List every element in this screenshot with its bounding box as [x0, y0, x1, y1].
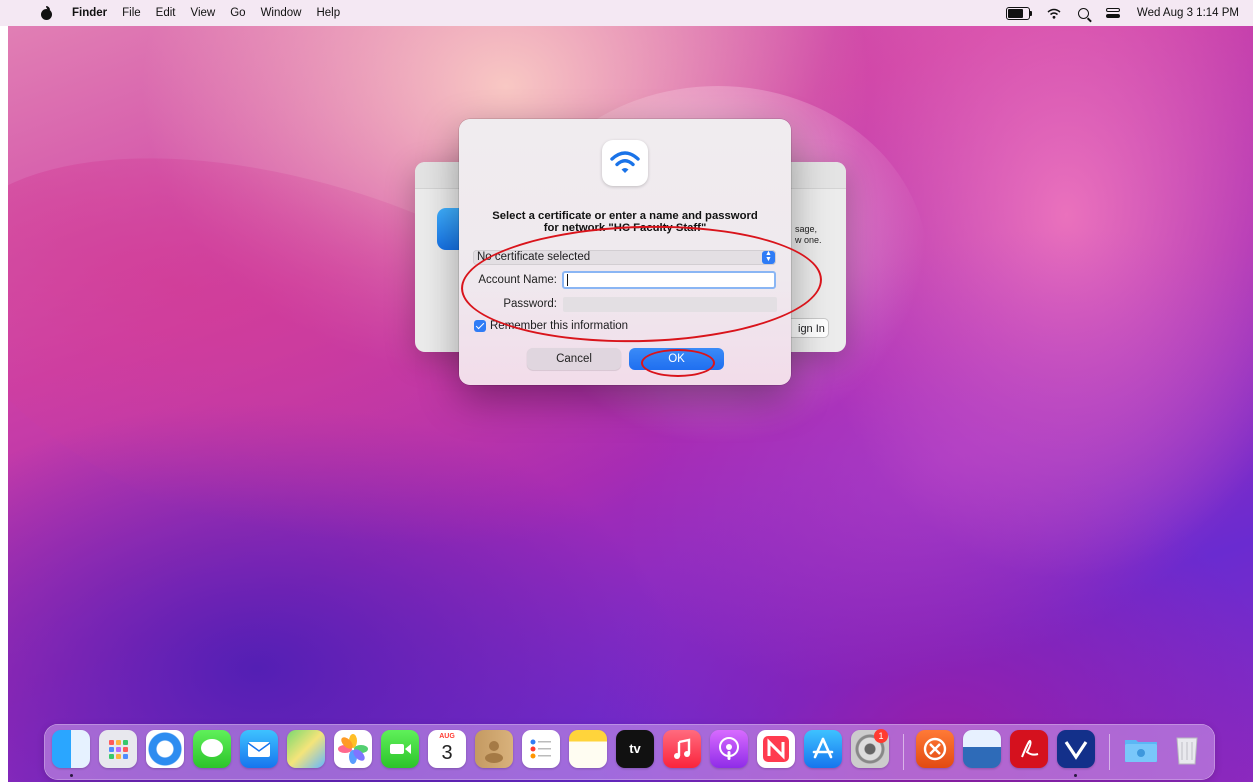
dialog-prompt: Select a certificate or enter a name and… [459, 210, 791, 234]
password-label: Password: [503, 298, 557, 310]
reminders-icon[interactable] [522, 730, 560, 768]
wifi-icon[interactable] [1047, 8, 1061, 19]
remember-row[interactable]: Remember this information [474, 320, 628, 332]
music-icon[interactable] [663, 730, 701, 768]
apple-menu-icon[interactable] [40, 6, 54, 20]
certificate-select[interactable]: No certificate selected ▲ ▼ [473, 250, 776, 265]
remember-label: Remember this information [490, 320, 629, 332]
vpn-icon[interactable] [1057, 730, 1095, 768]
contacts-icon[interactable] [475, 730, 513, 768]
sign-in-button[interactable]: ign In [787, 318, 829, 338]
menu-view[interactable]: View [191, 7, 216, 19]
apple-tv-icon[interactable]: tv [616, 730, 654, 768]
account-name-input[interactable] [562, 271, 776, 289]
remember-checkbox[interactable] [474, 320, 486, 332]
podcasts-icon[interactable] [710, 730, 748, 768]
news-icon[interactable] [757, 730, 795, 768]
messages-icon[interactable] [193, 730, 231, 768]
certificate-select-value: No certificate selected [477, 251, 591, 263]
dock-separator [1109, 734, 1110, 770]
finder-running-indicator [70, 774, 73, 777]
acrobat-icon[interactable] [1010, 730, 1048, 768]
downloads-folder-icon[interactable] [1122, 730, 1160, 768]
notes-icon[interactable] [569, 730, 607, 768]
cancel-button[interactable]: Cancel [527, 348, 621, 370]
vpn-running-indicator [1074, 774, 1077, 777]
prompt-line-1: Select a certificate or enter a name and… [492, 210, 758, 222]
app-store-icon[interactable] [804, 730, 842, 768]
control-center-icon[interactable] [1105, 7, 1120, 19]
menu-file[interactable]: File [122, 7, 141, 19]
menu-edit[interactable]: Edit [156, 7, 176, 19]
prompt-line-2: for network "HC Faculty Staff" [543, 222, 707, 234]
menu-clock[interactable]: Wed Aug 3 1:14 PM [1137, 7, 1239, 19]
system-preferences-badge: 1 [874, 729, 888, 743]
photos-icon[interactable] [334, 730, 372, 768]
text-caret [567, 274, 568, 286]
background-window-message: sage, w one. [795, 224, 822, 245]
account-name-label: Account Name: [478, 274, 557, 286]
mail-icon[interactable] [240, 730, 278, 768]
facetime-icon[interactable] [381, 730, 419, 768]
menu-go[interactable]: Go [230, 7, 245, 19]
dock-separator [903, 734, 904, 770]
trash-icon[interactable] [1168, 730, 1206, 768]
maps-icon[interactable] [287, 730, 325, 768]
calendar-month: AUG [439, 733, 455, 740]
menu-window[interactable]: Window [261, 7, 302, 19]
finder-icon[interactable] [52, 730, 90, 768]
calendar-day: 3 [441, 742, 453, 764]
network-auth-dialog: Select a certificate or enter a name and… [459, 119, 791, 385]
menu-bar: Finder File Edit View Go Window Help Wed… [0, 0, 1253, 26]
apple-tv-label: tv [629, 741, 641, 756]
calendar-icon[interactable]: AUG 3 [428, 730, 466, 768]
ok-button[interactable]: OK [629, 348, 724, 370]
wifi-icon [602, 140, 648, 186]
launchpad-icon[interactable] [99, 730, 137, 768]
password-input[interactable] [563, 297, 777, 312]
safari-icon[interactable] [146, 730, 184, 768]
select-stepper-icon: ▲ ▼ [762, 250, 775, 264]
preview-icon[interactable] [963, 730, 1001, 768]
remote-desktop-icon[interactable] [916, 730, 954, 768]
spotlight-icon[interactable] [1077, 7, 1089, 19]
menu-app-finder[interactable]: Finder [72, 7, 107, 19]
battery-icon[interactable] [1005, 6, 1032, 20]
menu-help[interactable]: Help [316, 7, 340, 19]
